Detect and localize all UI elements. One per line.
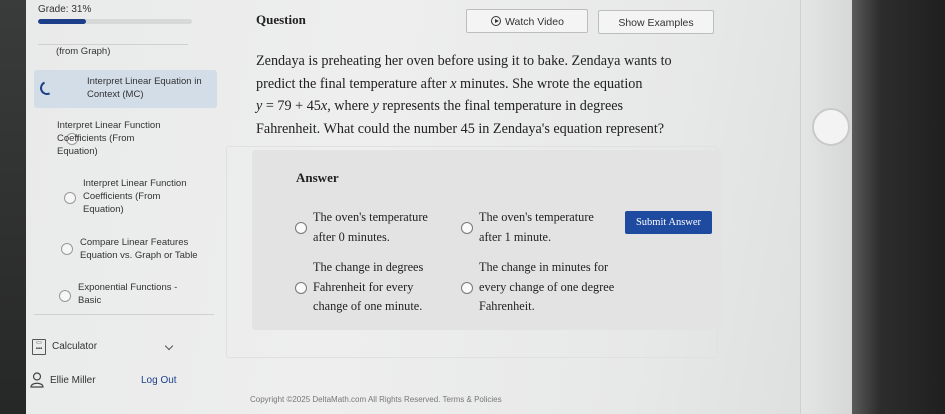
status-circle-icon (64, 192, 76, 204)
sidebar-item-label: Compare Linear Features Equation vs. Gra… (80, 237, 198, 261)
calculator-label: Calculator (52, 341, 98, 352)
sidebar-item-compare-linear-features[interactable]: Compare Linear Features Equation vs. Gra… (34, 236, 214, 266)
submit-answer-button[interactable]: Submit Answer (625, 211, 712, 234)
in-progress-icon (38, 79, 56, 97)
question-text: Zendaya is preheating her oven before us… (256, 53, 672, 137)
sidebar-item-interpret-coefficients-1[interactable]: Interpret Linear Function Coefficients (… (34, 119, 214, 161)
radio-button[interactable] (295, 282, 307, 294)
radio-button[interactable] (461, 222, 473, 234)
question-heading: Question (256, 12, 306, 27)
radio-button[interactable] (295, 222, 307, 234)
watch-video-button[interactable]: Watch Video (466, 9, 588, 33)
calculator-toggle[interactable]: ▭ ▪▪▪ Calculator (28, 337, 178, 357)
monitor-bezel (0, 0, 26, 414)
logout-link[interactable]: Log Out (141, 375, 177, 386)
grade-progress-fill (38, 19, 86, 24)
answer-choice-c[interactable]: The change in degrees Fahrenheit for eve… (295, 258, 451, 318)
watch-video-label: Watch Video (505, 16, 564, 28)
show-examples-label: Show Examples (618, 17, 694, 29)
sidebar-item-label: Interpret Linear Function Coefficients (… (83, 178, 187, 215)
answer-choice-a[interactable]: The oven's temperature after 0 minutes. (295, 208, 451, 248)
grade-progress-bar (38, 19, 192, 24)
sidebar-item-label: Interpret Linear Function Coefficients (… (57, 120, 161, 157)
status-circle-icon (59, 290, 71, 302)
sidebar-item-exponential-functions[interactable]: Exponential Functions - Basic (34, 281, 214, 311)
sidebar-item-label: Exponential Functions - Basic (78, 282, 178, 306)
monitor-edge (852, 0, 945, 414)
sidebar-item-label: Interpret Linear Equation in Context (MC… (87, 76, 202, 100)
sidebar-item-label: (from Graph) (56, 46, 111, 57)
play-icon (491, 16, 501, 26)
grade-label: Grade: 31% (38, 4, 92, 15)
sidebar-item-interpret-coefficients-2[interactable]: Interpret Linear Function Coefficients (… (34, 177, 214, 219)
footer-copyright: Copyright ©2025 DeltaMath.com All Rights… (250, 395, 502, 404)
calculator-icon: ▭ ▪▪▪ (32, 339, 46, 355)
sidebar-item-from-graph[interactable]: (from Graph) (56, 45, 236, 58)
answer-label: Answer (296, 170, 339, 185)
sidebar-item-interpret-linear-equation[interactable]: Interpret Linear Equation in Context (MC… (34, 70, 217, 108)
user-name: Ellie Miller (50, 375, 96, 386)
side-circle-button[interactable] (812, 108, 850, 146)
answer-choice-b[interactable]: The oven's temperature after 1 minute. (461, 208, 617, 248)
status-circle-icon (61, 243, 73, 255)
radio-button[interactable] (461, 282, 473, 294)
answer-choice-d[interactable]: The change in minutes for every change o… (461, 258, 617, 318)
show-examples-button[interactable]: Show Examples (598, 10, 714, 34)
user-icon (30, 372, 44, 388)
right-panel (800, 0, 853, 414)
sidebar-divider (34, 314, 214, 315)
